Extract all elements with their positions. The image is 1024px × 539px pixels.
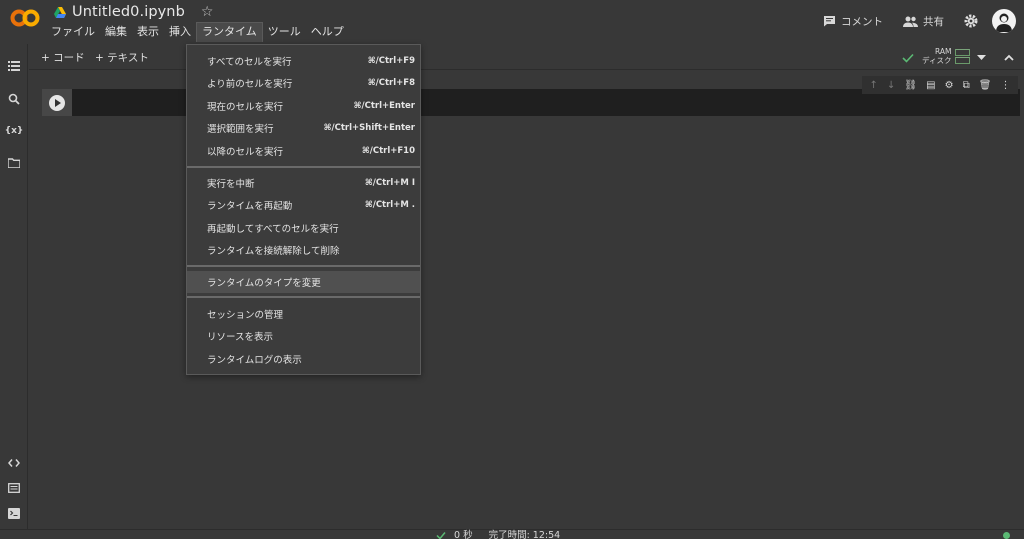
completed-time: 完了時間: 12:54 bbox=[488, 530, 561, 539]
menu-item-shortcut: ⌘/Ctrl+Enter bbox=[353, 101, 415, 111]
menu-divider bbox=[187, 296, 420, 298]
resources-widget[interactable]: RAM ディスク bbox=[918, 47, 971, 65]
menu-help[interactable]: ヘルプ bbox=[306, 22, 349, 42]
code-snippets-icon[interactable] bbox=[7, 456, 21, 470]
people-icon bbox=[903, 16, 918, 27]
menu-item-restart-run-all[interactable]: 再起動してすべてのセルを実行 bbox=[187, 217, 420, 239]
check-icon bbox=[436, 532, 446, 539]
menu-item-label: ランタイムを接続解除して削除 bbox=[207, 246, 340, 257]
variables-icon[interactable]: {x} bbox=[5, 124, 24, 138]
menu-item-disconnect-delete[interactable]: ランタイムを接続解除して削除 bbox=[187, 239, 420, 261]
menu-file[interactable]: ファイル bbox=[46, 22, 100, 42]
play-icon bbox=[54, 98, 61, 107]
menu-item-label: ランタイムログの表示 bbox=[207, 355, 302, 366]
menu-item-shortcut: ⌘/Ctrl+M . bbox=[364, 200, 415, 210]
menu-item-run-all[interactable]: すべてのセルを実行 ⌘/Ctrl+F9 bbox=[187, 50, 420, 72]
app-header: Untitled0.ipynb ☆ ファイル 編集 表示 挿入 ランタイム ツー… bbox=[0, 0, 1024, 44]
chevron-up-icon[interactable] bbox=[1004, 54, 1014, 61]
status-bar: 0 秒 完了時間: 12:54 bbox=[0, 529, 1024, 539]
menu-view[interactable]: 表示 bbox=[132, 22, 164, 42]
menu-item-manage-sessions[interactable]: セッションの管理 bbox=[187, 303, 420, 325]
run-cell-area bbox=[42, 89, 72, 116]
menu-item-run-current[interactable]: 現在のセルを実行 ⌘/Ctrl+Enter bbox=[187, 95, 420, 117]
search-icon[interactable] bbox=[7, 92, 21, 106]
move-down-icon[interactable]: ↓ bbox=[887, 80, 895, 91]
notebook-title[interactable]: Untitled0.ipynb bbox=[72, 4, 185, 20]
menu-item-run-before[interactable]: より前のセルを実行 ⌘/Ctrl+F8 bbox=[187, 72, 420, 94]
comment-button[interactable]: コメント bbox=[823, 14, 883, 29]
folder-icon[interactable] bbox=[7, 156, 21, 170]
menu-item-label: セッションの管理 bbox=[207, 310, 284, 321]
cell-toolbar: ↑ ↓ ⛓ ▤ ⚙ ⧉ 🗑 ⋮ bbox=[862, 76, 1018, 94]
comment-cell-icon[interactable]: ▤ bbox=[926, 80, 935, 91]
menu-item-shortcut: ⌘/Ctrl+F9 bbox=[367, 56, 415, 66]
menu-item-label: ランタイムのタイプを変更 bbox=[207, 278, 321, 289]
delete-icon[interactable]: 🗑 bbox=[979, 80, 992, 91]
menu-item-shortcut: ⌘/Ctrl+F8 bbox=[367, 78, 415, 88]
command-palette-icon[interactable] bbox=[7, 481, 21, 495]
menu-insert[interactable]: 挿入 bbox=[164, 22, 196, 42]
ram-label: RAM bbox=[934, 47, 952, 56]
menu-item-label: リソースを表示 bbox=[207, 332, 274, 343]
share-label: 共有 bbox=[923, 15, 944, 28]
menu-divider bbox=[187, 265, 420, 267]
star-icon[interactable]: ☆ bbox=[201, 4, 214, 20]
add-text-button[interactable]: + テキスト bbox=[95, 50, 149, 65]
left-rail: {x} bbox=[0, 44, 28, 529]
comment-icon bbox=[824, 16, 835, 27]
menu-item-interrupt[interactable]: 実行を中断 ⌘/Ctrl+M I bbox=[187, 172, 420, 194]
menu-tools[interactable]: ツール bbox=[263, 22, 306, 42]
menu-item-shortcut: ⌘/Ctrl+Shift+Enter bbox=[323, 123, 415, 133]
comment-label: コメント bbox=[841, 15, 883, 28]
toc-icon[interactable] bbox=[7, 59, 21, 73]
gear-icon[interactable] bbox=[964, 14, 978, 28]
menu-item-view-resources[interactable]: リソースを表示 bbox=[187, 325, 420, 347]
menu-item-restart[interactable]: ランタイムを再起動 ⌘/Ctrl+M . bbox=[187, 194, 420, 216]
menu-item-view-runtime-logs[interactable]: ランタイムログの表示 bbox=[187, 348, 420, 370]
menu-item-shortcut: ⌘/Ctrl+F10 bbox=[361, 146, 415, 156]
menu-item-shortcut: ⌘/Ctrl+M I bbox=[364, 178, 415, 188]
menu-item-label: 選択範囲を実行 bbox=[207, 124, 274, 135]
notebook-toolbar: + コード + テキスト RAM ディスク bbox=[29, 44, 1024, 70]
mirror-cell-icon[interactable]: ⧉ bbox=[963, 80, 970, 91]
cell-settings-icon[interactable]: ⚙ bbox=[945, 80, 954, 91]
avatar-icon bbox=[996, 13, 1012, 32]
menu-bar: ファイル 編集 表示 挿入 ランタイム ツール ヘルプ bbox=[46, 22, 349, 42]
colab-logo[interactable] bbox=[10, 8, 40, 28]
menu-item-label: ランタイムを再起動 bbox=[207, 201, 293, 212]
add-code-button[interactable]: + コード bbox=[41, 50, 85, 65]
menu-item-label: 再起動してすべてのセルを実行 bbox=[207, 224, 339, 235]
link-icon[interactable]: ⛓ bbox=[904, 80, 917, 91]
runtime-menu-dropdown: すべてのセルを実行 ⌘/Ctrl+F9 より前のセルを実行 ⌘/Ctrl+F8 … bbox=[186, 44, 421, 375]
menu-item-run-after[interactable]: 以降のセルを実行 ⌘/Ctrl+F10 bbox=[187, 140, 420, 162]
chevron-down-icon[interactable] bbox=[977, 55, 986, 61]
menu-item-change-runtime-type[interactable]: ランタイムのタイプを変更 bbox=[187, 271, 420, 293]
menu-item-label: すべてのセルを実行 bbox=[207, 57, 292, 68]
ram-bar bbox=[955, 48, 971, 56]
connection-status-dot[interactable] bbox=[1003, 532, 1010, 539]
elapsed-time: 0 秒 bbox=[454, 530, 473, 539]
share-button[interactable]: 共有 bbox=[903, 14, 944, 29]
menu-item-label: より前のセルを実行 bbox=[207, 79, 293, 90]
disk-label: ディスク bbox=[922, 56, 952, 65]
menu-divider bbox=[187, 166, 420, 168]
menu-item-label: 以降のセルを実行 bbox=[207, 147, 284, 158]
more-vert-icon[interactable]: ⋮ bbox=[1000, 80, 1010, 91]
check-icon bbox=[902, 53, 914, 63]
menu-item-label: 実行を中断 bbox=[207, 179, 255, 190]
menu-edit[interactable]: 編集 bbox=[100, 22, 132, 42]
avatar[interactable] bbox=[992, 9, 1016, 33]
menu-runtime[interactable]: ランタイム bbox=[196, 22, 263, 42]
terminal-icon[interactable] bbox=[7, 506, 21, 520]
menu-item-run-selection[interactable]: 選択範囲を実行 ⌘/Ctrl+Shift+Enter bbox=[187, 117, 420, 139]
drive-icon bbox=[54, 6, 66, 18]
run-cell-button[interactable] bbox=[49, 94, 65, 111]
disk-bar bbox=[955, 56, 971, 64]
menu-item-label: 現在のセルを実行 bbox=[207, 102, 284, 113]
move-up-icon[interactable]: ↑ bbox=[870, 80, 878, 91]
